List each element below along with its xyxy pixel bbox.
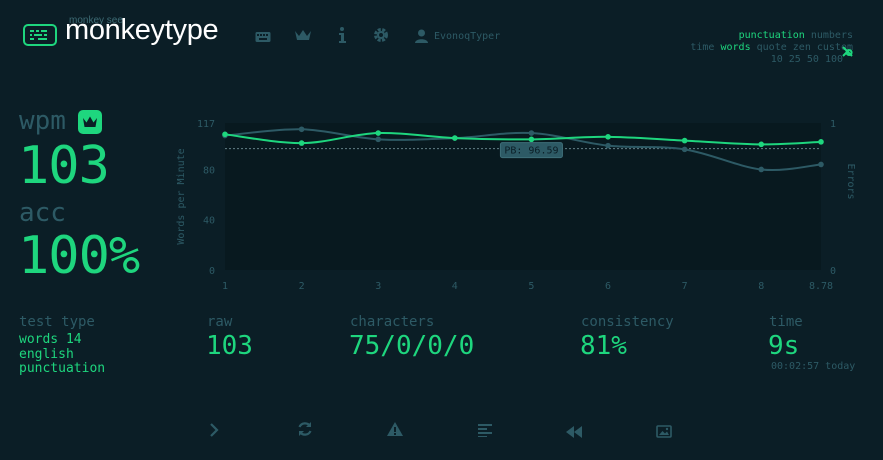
characters-value: 75/0/0/0 bbox=[349, 331, 475, 361]
wpm-point bbox=[452, 135, 458, 141]
warning-icon[interactable] bbox=[386, 421, 404, 441]
x-tick-label: 8 bbox=[758, 281, 764, 292]
replay-icon[interactable] bbox=[566, 423, 583, 442]
word-count-100[interactable]: 100 bbox=[825, 54, 843, 65]
word-count-50[interactable]: 50 bbox=[807, 54, 819, 65]
keyboard-icon[interactable] bbox=[255, 28, 271, 47]
wpm-value: 103 bbox=[18, 136, 110, 196]
personal-best-label: PB: 96.59 bbox=[504, 146, 558, 157]
x-tick-label: 3 bbox=[375, 281, 381, 292]
logo-title[interactable]: monkeytype bbox=[65, 14, 219, 47]
wpm-point bbox=[222, 131, 228, 138]
y-tick-label: 117 bbox=[197, 119, 215, 130]
raw-point bbox=[375, 136, 382, 143]
wpm-point bbox=[375, 130, 382, 136]
consistency-value: 81% bbox=[580, 331, 627, 361]
test-type-line: english bbox=[19, 346, 74, 362]
raw-value: 103 bbox=[206, 331, 253, 361]
raw-point bbox=[605, 142, 611, 149]
wpm-point bbox=[298, 140, 305, 146]
test-type-line: words 14 bbox=[19, 332, 82, 347]
mode-words[interactable]: words bbox=[721, 42, 751, 53]
screenshot-image-icon[interactable] bbox=[656, 423, 672, 442]
x-tick-label: 2 bbox=[299, 281, 305, 292]
time-value: 9s bbox=[768, 331, 800, 361]
mode-row-3: 10 25 50 100 bbox=[759, 43, 843, 65]
word-count-25[interactable]: 25 bbox=[789, 54, 801, 65]
wpm-point bbox=[818, 139, 824, 145]
test-type-line: punctuation bbox=[19, 361, 106, 376]
wpm-point bbox=[605, 134, 611, 140]
info-icon[interactable] bbox=[338, 27, 346, 47]
wpm-point bbox=[681, 137, 688, 144]
x-tick-label: 8.78 bbox=[809, 281, 833, 292]
y2-tick-label: 0 bbox=[830, 266, 836, 277]
raw-point bbox=[818, 161, 824, 168]
time-label: time bbox=[769, 314, 803, 330]
x-tick-label: 1 bbox=[222, 281, 228, 292]
logo-icon[interactable] bbox=[23, 24, 57, 46]
x-tick-label: 5 bbox=[528, 281, 534, 292]
wpm-point bbox=[758, 141, 765, 148]
crown-icon[interactable] bbox=[294, 27, 312, 46]
username-link[interactable]: EvonoqTyper bbox=[434, 31, 500, 42]
wpm-point bbox=[528, 136, 535, 143]
raw-point bbox=[681, 146, 688, 153]
y-tick-label: 80 bbox=[203, 165, 215, 176]
text-align-left-icon[interactable] bbox=[478, 422, 492, 441]
user-icon[interactable] bbox=[415, 28, 428, 47]
wpm-chart[interactable]: 11780400101 2 3 4 5 6 7 8 8.78Words per Minute Er… bbox=[170, 110, 860, 300]
personal-best-crown-icon bbox=[78, 110, 102, 134]
word-count-10[interactable]: 10 bbox=[771, 54, 783, 65]
x-tick-label: 6 bbox=[605, 281, 611, 292]
x-tick-label: 4 bbox=[452, 281, 458, 292]
next-test-icon[interactable] bbox=[209, 422, 219, 441]
raw-point bbox=[528, 130, 535, 136]
y-tick-label: 0 bbox=[209, 266, 215, 277]
y-axis-label: Words per Minute bbox=[176, 148, 187, 244]
wrench-icon[interactable] bbox=[842, 42, 853, 61]
consistency-label: consistency bbox=[581, 314, 674, 330]
test-type-label: test type bbox=[19, 314, 95, 330]
acc-label: acc bbox=[19, 198, 66, 228]
wpm-label: wpm bbox=[19, 106, 66, 136]
characters-label: characters bbox=[350, 314, 435, 330]
x-tick-label: 7 bbox=[682, 281, 688, 292]
y2-axis-label: Errors bbox=[845, 163, 856, 199]
raw-label: raw bbox=[207, 314, 233, 330]
test-type-value: words 14 english punctuation bbox=[19, 332, 106, 377]
y-tick-label: 40 bbox=[203, 216, 215, 227]
gear-icon[interactable] bbox=[373, 27, 389, 47]
raw-point bbox=[758, 166, 765, 173]
restart-icon[interactable] bbox=[297, 421, 313, 441]
y2-tick-label: 1 bbox=[830, 119, 836, 130]
raw-point bbox=[298, 126, 305, 133]
time-detail: 00:02:57 today bbox=[771, 361, 856, 372]
acc-value: 100% bbox=[18, 226, 140, 286]
mode-time[interactable]: time bbox=[690, 42, 714, 53]
